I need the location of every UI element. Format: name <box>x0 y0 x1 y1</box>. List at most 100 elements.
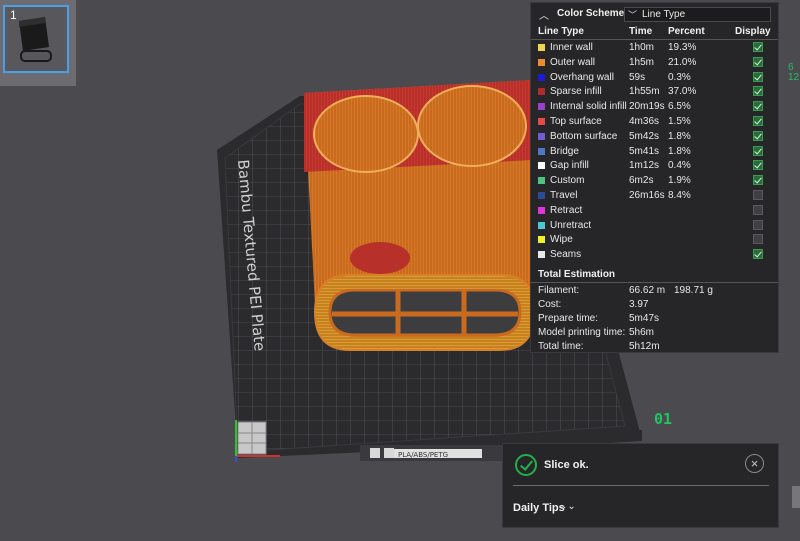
line-type-color-swatch <box>538 162 545 170</box>
check-circle-icon <box>515 454 537 476</box>
line-type-percent: 0.3% <box>668 71 691 83</box>
line-type-time: 1m12s <box>629 160 660 172</box>
color-scheme-select[interactable]: ﹀ Line Type <box>624 7 771 22</box>
estimation-total-time: Total time: 5h12m <box>531 341 778 355</box>
line-type-percent: 37.0% <box>668 86 697 98</box>
display-checkbox[interactable] <box>753 160 763 171</box>
line-type-percent: 0.4% <box>668 160 691 172</box>
header-divider <box>531 39 778 40</box>
line-type-color-swatch <box>538 221 545 229</box>
plate-badge-text: PLA/ABS/PETG <box>398 451 448 459</box>
line-type-name: Sparse infill <box>550 86 602 98</box>
filament-weight: 198.71 g <box>674 285 713 296</box>
display-checkbox[interactable] <box>753 86 763 97</box>
line-type-color-swatch <box>538 251 545 259</box>
estimation-prepare-time: Prepare time: 5m47s <box>531 313 778 327</box>
line-type-color-swatch <box>538 103 545 111</box>
line-type-row: Internal solid infill 20m19s 6.5% <box>531 100 778 115</box>
line-type-row: Inner wall 1h0m 19.3% <box>531 41 778 56</box>
line-type-name: Unretract <box>550 219 592 231</box>
estimation-filament: Filament: 66.62 m 198.71 g <box>531 285 778 299</box>
line-type-name: Top surface <box>550 116 602 127</box>
double-chevron-down-icon[interactable]: ⌄⌄ <box>559 501 576 512</box>
display-checkbox[interactable] <box>753 145 763 156</box>
column-header-percent: Percent <box>668 26 705 37</box>
color-scheme-title: Color Scheme <box>557 8 625 19</box>
line-type-time: 1h0m <box>629 42 655 53</box>
line-type-time: 6m2s <box>629 175 654 187</box>
line-type-color-swatch <box>538 236 545 244</box>
close-notification-button[interactable]: × <box>745 454 764 473</box>
line-type-percent: 1.5% <box>668 116 691 127</box>
display-checkbox[interactable] <box>753 42 763 52</box>
model-printing-time-value: 5h6m <box>629 327 655 338</box>
display-checkbox[interactable] <box>753 204 763 215</box>
line-type-color-swatch <box>538 206 545 214</box>
line-type-percent: 1.8% <box>668 145 691 157</box>
total-time-label: Total time: <box>538 341 584 352</box>
line-type-name: Outer wall <box>550 56 596 68</box>
display-checkbox[interactable] <box>753 249 763 260</box>
cost-label: Cost: <box>538 299 562 310</box>
display-checkbox[interactable] <box>753 219 763 230</box>
cost-value: 3.97 <box>629 299 649 310</box>
printed-model <box>304 80 538 351</box>
line-type-row: Top surface 4m36s 1.5% <box>531 115 778 130</box>
line-type-percent: 6.5% <box>668 101 691 113</box>
line-type-row: Seams <box>531 248 778 263</box>
line-type-time: 59s <box>629 71 646 83</box>
line-type-row: Bottom surface 5m42s 1.8% <box>531 130 778 145</box>
plate-number: 01 <box>654 410 673 428</box>
line-type-row: Outer wall 1h5m 21.0% <box>531 56 778 71</box>
column-header-time: Time <box>629 26 653 37</box>
line-type-row: Overhang wall 59s 0.3% <box>531 71 778 86</box>
line-type-color-swatch <box>538 132 545 140</box>
line-type-color-swatch <box>538 147 545 155</box>
display-checkbox[interactable] <box>753 234 763 245</box>
display-checkbox[interactable] <box>753 56 763 67</box>
display-checkbox[interactable] <box>753 190 763 200</box>
line-type-color-swatch <box>538 58 545 66</box>
color-scheme-panel: ︿ Color Scheme ﹀ Line Type Line Type Tim… <box>530 2 779 353</box>
line-type-name: Internal solid infill <box>550 101 627 113</box>
collapse-chevron-up-icon[interactable]: ︿ <box>539 7 549 22</box>
total-divider <box>531 282 778 283</box>
line-type-color-swatch <box>538 118 545 125</box>
line-type-name: Retract <box>550 204 583 216</box>
line-type-time: 5m41s <box>629 145 660 157</box>
display-checkbox[interactable] <box>753 116 763 126</box>
filament-label: Filament: <box>538 285 580 296</box>
line-type-time: 4m36s <box>629 116 660 127</box>
line-type-row: Unretract <box>531 219 778 234</box>
prepare-time-label: Prepare time: <box>538 313 599 324</box>
line-type-name: Seams <box>550 249 582 261</box>
line-type-percent: 8.4% <box>668 190 691 201</box>
slice-status-message: Slice ok. <box>544 459 589 471</box>
line-type-name: Bottom surface <box>550 130 618 142</box>
line-type-percent: 1.9% <box>668 175 691 187</box>
daily-tips-toggle[interactable]: Daily Tips <box>513 502 565 514</box>
display-checkbox[interactable] <box>753 130 763 141</box>
line-type-time: 26m16s <box>629 190 665 201</box>
line-type-row: Retract <box>531 204 778 219</box>
estimation-cost: Cost: 3.97 <box>531 299 778 313</box>
total-estimation-title: Total Estimation <box>538 269 616 280</box>
line-type-color-swatch <box>538 73 545 81</box>
color-scheme-header: ︿ Color Scheme ﹀ Line Type <box>531 3 778 25</box>
plate-thumbnail-panel: 1 <box>0 0 76 86</box>
line-type-row: Sparse infill 1h55m 37.0% <box>531 85 778 100</box>
display-checkbox[interactable] <box>753 101 763 112</box>
line-type-percent: 1.8% <box>668 130 691 142</box>
side-panel-tab[interactable] <box>792 486 800 508</box>
line-type-color-swatch <box>538 177 545 185</box>
plate-thumbnail-number: 1 <box>10 8 17 22</box>
line-type-row: Bridge 5m41s 1.8% <box>531 145 778 160</box>
estimation-model-printing-time: Model printing time: 5h6m <box>531 327 778 341</box>
display-checkbox[interactable] <box>753 71 763 82</box>
line-type-time: 20m19s <box>629 101 665 113</box>
line-type-row: Travel 26m16s 8.4% <box>531 189 778 204</box>
model-printing-time-label: Model printing time: <box>538 327 626 338</box>
filament-length: 66.62 m <box>629 285 666 296</box>
plate-badge: PLA/ABS/PETG <box>370 448 482 459</box>
display-checkbox[interactable] <box>753 175 763 186</box>
